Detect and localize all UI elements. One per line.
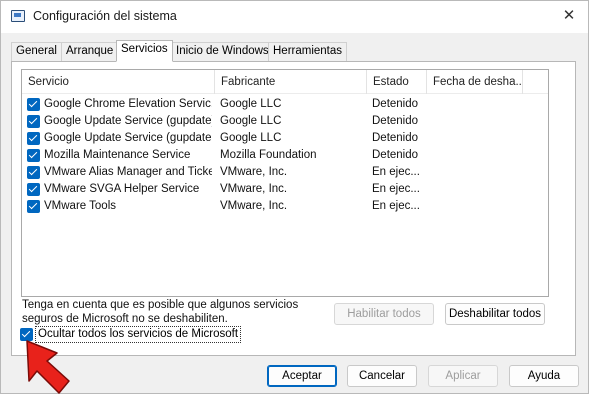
microsoft-services-note: Tenga en cuenta que es posible que algun… bbox=[22, 298, 322, 326]
service-name: Google Update Service (gupdate) bbox=[44, 115, 212, 127]
red-arrow-annotation bbox=[26, 340, 70, 394]
checkbox-checked-icon[interactable] bbox=[27, 132, 40, 145]
service-manufacturer: Google LLC bbox=[220, 115, 282, 127]
service-manufacturer: Google LLC bbox=[220, 132, 282, 144]
enable-all-button[interactable]: Habilitar todos bbox=[334, 303, 434, 325]
cancel-button[interactable]: Cancelar bbox=[347, 365, 417, 387]
service-status: Detenido bbox=[372, 98, 419, 110]
table-row[interactable]: Google Update Service (gupdatem) Google … bbox=[22, 130, 548, 147]
checkbox-checked-icon[interactable] bbox=[27, 183, 40, 196]
service-name: Mozilla Maintenance Service bbox=[44, 149, 191, 161]
note-line-2: seguros de Microsoft no se deshabiliten. bbox=[22, 313, 228, 325]
service-name: Google Update Service (gupdatem) bbox=[44, 132, 212, 144]
service-status: En ejec... bbox=[372, 183, 420, 195]
tab-herramientas[interactable]: Herramientas bbox=[268, 42, 348, 61]
table-row[interactable]: Google Chrome Elevation Servic... Google… bbox=[22, 96, 548, 113]
ok-button[interactable]: Aceptar bbox=[267, 365, 337, 387]
table-row[interactable]: Google Update Service (gupdate) Google L… bbox=[22, 113, 548, 130]
help-button[interactable]: Ayuda bbox=[509, 365, 579, 387]
service-manufacturer: VMware, Inc. bbox=[220, 166, 288, 178]
services-list[interactable]: Servicio Fabricante Estado Fecha de desh… bbox=[21, 69, 549, 297]
service-status: En ejec... bbox=[372, 200, 420, 212]
title-bar: Configuración del sistema ✕ bbox=[1, 1, 588, 33]
checkbox-checked-icon[interactable] bbox=[27, 115, 40, 128]
column-header-estado[interactable]: Estado bbox=[367, 70, 427, 94]
service-status: Detenido bbox=[372, 149, 419, 161]
column-header-fabricante[interactable]: Fabricante bbox=[215, 70, 367, 94]
checkbox-checked-icon[interactable] bbox=[27, 200, 40, 213]
close-icon: ✕ bbox=[562, 7, 576, 24]
table-row[interactable]: VMware Alias Manager and Ticke... VMware… bbox=[22, 164, 548, 181]
note-line-1: Tenga en cuenta que es posible que algun… bbox=[22, 299, 299, 311]
list-header: Servicio Fabricante Estado Fecha de desh… bbox=[22, 70, 548, 94]
tab-general[interactable]: General bbox=[11, 42, 62, 61]
table-row[interactable]: VMware Tools VMware, Inc. En ejec... bbox=[22, 198, 548, 215]
checkbox-checked-icon[interactable] bbox=[27, 166, 40, 179]
service-name: VMware Alias Manager and Ticke... bbox=[44, 166, 212, 178]
service-manufacturer: VMware, Inc. bbox=[220, 200, 288, 212]
service-manufacturer: Mozilla Foundation bbox=[220, 149, 317, 161]
service-name: VMware SVGA Helper Service bbox=[44, 183, 200, 195]
tab-arranque[interactable]: Arranque bbox=[61, 42, 119, 61]
checkbox-checked-icon[interactable] bbox=[27, 149, 40, 162]
close-button[interactable]: ✕ bbox=[558, 5, 580, 27]
window-title: Configuración del sistema bbox=[33, 9, 177, 23]
service-status: Detenido bbox=[372, 132, 419, 144]
tab-servicios[interactable]: Servicios bbox=[116, 40, 173, 62]
app-config-icon bbox=[11, 10, 25, 22]
apply-button[interactable]: Aplicar bbox=[428, 365, 498, 387]
service-manufacturer: VMware, Inc. bbox=[220, 183, 288, 195]
service-name: Google Chrome Elevation Servic... bbox=[44, 98, 212, 110]
service-manufacturer: Google LLC bbox=[220, 98, 282, 110]
service-status: En ejec... bbox=[372, 166, 420, 178]
table-row[interactable]: VMware SVGA Helper Service VMware, Inc. … bbox=[22, 181, 548, 198]
checkbox-checked-icon[interactable] bbox=[27, 98, 40, 111]
column-header-servicio[interactable]: Servicio bbox=[22, 70, 215, 94]
column-header-fecha[interactable]: Fecha de desha... bbox=[427, 70, 523, 94]
service-name: VMware Tools bbox=[44, 200, 117, 212]
system-configuration-window: Configuración del sistema ✕ General Arra… bbox=[0, 0, 589, 394]
service-status: Detenido bbox=[372, 115, 419, 127]
tab-inicio-de-windows[interactable]: Inicio de Windows bbox=[171, 42, 274, 61]
table-row[interactable]: Mozilla Maintenance Service Mozilla Foun… bbox=[22, 147, 548, 164]
disable-all-button[interactable]: Deshabilitar todos bbox=[445, 303, 545, 325]
